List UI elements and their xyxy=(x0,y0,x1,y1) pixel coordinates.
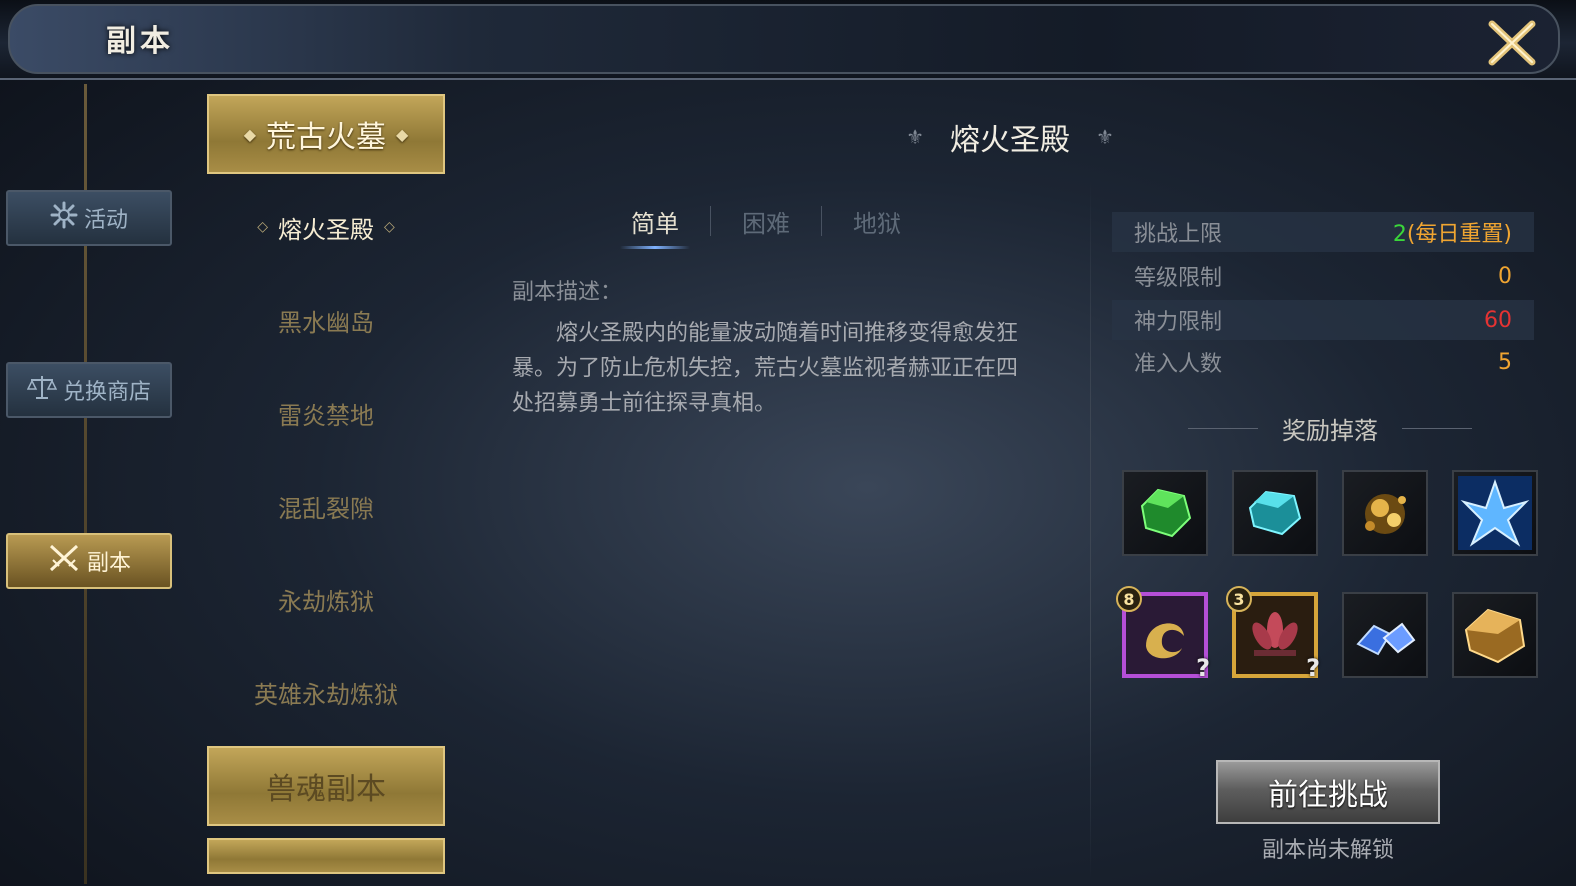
stat-level-limit: 等级限制 0 xyxy=(1112,256,1534,296)
quantity-badge: 8 xyxy=(1116,586,1142,612)
reward-slot[interactable] xyxy=(1342,470,1428,556)
dungeon-list-item-label: 永劫炼狱 xyxy=(278,587,374,616)
sidebar-item-label: 兑换商店 xyxy=(62,380,151,405)
ornament-left-icon: ◆ xyxy=(243,124,256,144)
description-text: 熔火圣殿内的能量波动随着时间推移变得愈发狂暴。为了防止危机失控，荒古火墓监视者赫… xyxy=(512,321,1019,416)
dungeon-title: ⚜ 熔火圣殿 ⚜ xyxy=(880,112,1140,162)
window-title: 副本 xyxy=(106,24,174,59)
stat-label: 准入人数 xyxy=(1134,352,1223,377)
ornament-left-icon: ◇ xyxy=(257,219,268,235)
ornament-right-icon: ◆ xyxy=(396,124,409,144)
reward-slot[interactable]: 3 ? xyxy=(1226,586,1320,682)
dungeon-list-item-label: 雷炎禁地 xyxy=(278,401,374,430)
ornament-right-icon: ⚜ xyxy=(1096,125,1114,149)
unknown-item-icon: ? xyxy=(1306,654,1320,682)
difficulty-tabs: 简单 困难 地狱 xyxy=(600,198,940,249)
ice-crystal-icon xyxy=(1458,476,1532,550)
dungeon-list-item[interactable]: 英雄永劫炼狱 xyxy=(207,667,445,717)
sidebar-item-label: 副本 xyxy=(86,551,131,576)
dungeon-list-item[interactable]: 永劫炼狱 xyxy=(207,574,445,624)
blue-crystals-icon xyxy=(1356,622,1416,656)
tab-easy[interactable]: 简单 xyxy=(600,204,710,249)
challenge-count: 2 xyxy=(1392,222,1407,247)
close-button[interactable] xyxy=(1484,16,1540,68)
sidebar-item-dungeon[interactable]: 副本 xyxy=(6,533,172,589)
dungeon-locked-text: 副本尚未解锁 xyxy=(1261,838,1394,863)
dungeon-list-item-label: 英雄永劫炼狱 xyxy=(254,680,398,709)
green-gem-icon xyxy=(1140,488,1192,538)
title-bar-frame xyxy=(8,4,1560,74)
category-header-label: 兽魂副本 xyxy=(266,772,386,807)
panel-divider xyxy=(1090,180,1091,880)
reward-section-title: 奖励掉落 xyxy=(1180,408,1480,448)
divider-line xyxy=(1402,427,1472,429)
divider-line xyxy=(1188,427,1258,429)
stat-value: 2(每日重置) xyxy=(1393,216,1512,248)
category-header-partial[interactable] xyxy=(207,838,445,874)
amber-stone-icon xyxy=(1464,608,1526,664)
stat-challenge-limit: 挑战上限 2(每日重置) xyxy=(1112,212,1534,252)
dungeon-title-label: 熔火圣殿 xyxy=(950,123,1070,158)
category-header-ancient-fire-tomb[interactable]: ◆ 荒古火墓 ◆ xyxy=(207,94,445,174)
gold-ore-icon xyxy=(1365,494,1406,534)
scale-icon xyxy=(26,373,58,407)
title-bar: 副本 xyxy=(0,0,1576,80)
gear-flower-icon xyxy=(50,201,78,235)
stat-value: 0 xyxy=(1498,263,1512,289)
reward-title-label: 奖励掉落 xyxy=(1282,416,1378,445)
description-label: 副本描述： xyxy=(512,280,623,305)
crossed-swords-icon xyxy=(47,542,81,580)
reward-slot[interactable] xyxy=(1122,470,1208,556)
sidebar-item-label: 活动 xyxy=(83,208,128,233)
dungeon-list-item-selected[interactable]: ◇ 熔火圣殿 ◇ xyxy=(207,202,445,252)
dungeon-list-item-label: 黑水幽岛 xyxy=(278,308,374,337)
stat-label: 等级限制 xyxy=(1134,266,1223,291)
category-header-label: 荒古火墓 xyxy=(266,120,386,155)
cyan-gem-icon xyxy=(1248,490,1302,536)
dungeon-list-item[interactable]: 雷炎禁地 xyxy=(207,388,445,438)
ornament-right-icon: ◇ xyxy=(384,219,395,235)
unknown-item-icon: ? xyxy=(1196,654,1210,682)
sidebar-item-activity[interactable]: 活动 xyxy=(6,190,172,246)
dungeon-list-item[interactable]: 黑水幽岛 xyxy=(207,295,445,345)
tab-hell[interactable]: 地狱 xyxy=(822,204,932,239)
dungeon-list-item-label: 熔火圣殿 xyxy=(278,215,374,244)
reward-slot[interactable] xyxy=(1452,470,1538,556)
tab-hard[interactable]: 困难 xyxy=(711,204,821,239)
stat-power-limit: 神力限制 60 xyxy=(1112,300,1534,340)
challenge-reset-note: (每日重置) xyxy=(1406,222,1512,247)
stat-value: 5 xyxy=(1498,349,1512,375)
challenge-button[interactable]: 前往挑战 xyxy=(1216,760,1440,824)
category-header-beast-soul[interactable]: 兽魂副本 xyxy=(207,746,445,826)
ornament-left-icon: ⚜ xyxy=(906,125,924,149)
reward-slot[interactable]: 8 ? xyxy=(1116,586,1210,682)
quantity-badge: 3 xyxy=(1226,586,1252,612)
reward-slot[interactable] xyxy=(1452,592,1538,678)
dungeon-list-item-label: 混乱裂隙 xyxy=(278,494,374,523)
close-icon xyxy=(1488,20,1536,66)
stat-value: 60 xyxy=(1484,307,1512,333)
sidebar-item-exchange-shop[interactable]: 兑换商店 xyxy=(6,362,172,418)
stat-label: 挑战上限 xyxy=(1134,222,1223,247)
reward-slot[interactable] xyxy=(1342,592,1428,678)
dungeon-list-item[interactable]: 混乱裂隙 xyxy=(207,481,445,531)
stat-player-count: 准入人数 5 xyxy=(1112,342,1534,382)
stat-label: 神力限制 xyxy=(1134,310,1223,335)
reward-slot[interactable] xyxy=(1232,470,1318,556)
